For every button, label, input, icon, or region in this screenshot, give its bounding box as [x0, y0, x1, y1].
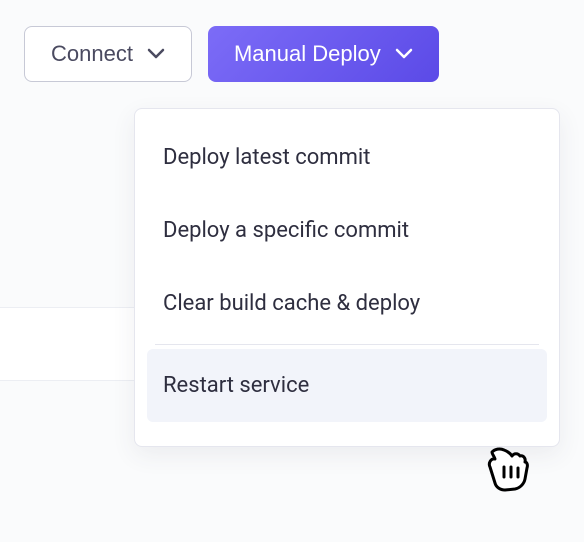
dropdown-divider: [155, 344, 539, 345]
manual-deploy-dropdown: Deploy latest commit Deploy a specific c…: [134, 108, 560, 447]
dropdown-item-label: Restart service: [163, 373, 309, 398]
connect-label: Connect: [51, 41, 133, 67]
chevron-down-icon: [147, 48, 165, 60]
connect-button[interactable]: Connect: [24, 26, 192, 82]
dropdown-item-label: Deploy latest commit: [163, 145, 370, 170]
dropdown-item-deploy-latest[interactable]: Deploy latest commit: [147, 121, 547, 194]
manual-deploy-button[interactable]: Manual Deploy: [208, 26, 439, 82]
dropdown-item-deploy-specific[interactable]: Deploy a specific commit: [147, 194, 547, 267]
dropdown-item-restart[interactable]: Restart service: [147, 349, 547, 422]
dropdown-item-label: Deploy a specific commit: [163, 218, 409, 243]
chevron-down-icon: [395, 48, 413, 60]
manual-deploy-label: Manual Deploy: [234, 41, 381, 67]
dropdown-item-label: Clear build cache & deploy: [163, 291, 420, 316]
toolbar: Connect Manual Deploy: [0, 0, 584, 82]
mouse-cursor-icon: [483, 445, 529, 499]
dropdown-item-clear-cache[interactable]: Clear build cache & deploy: [147, 267, 547, 340]
background-band: [0, 307, 134, 381]
